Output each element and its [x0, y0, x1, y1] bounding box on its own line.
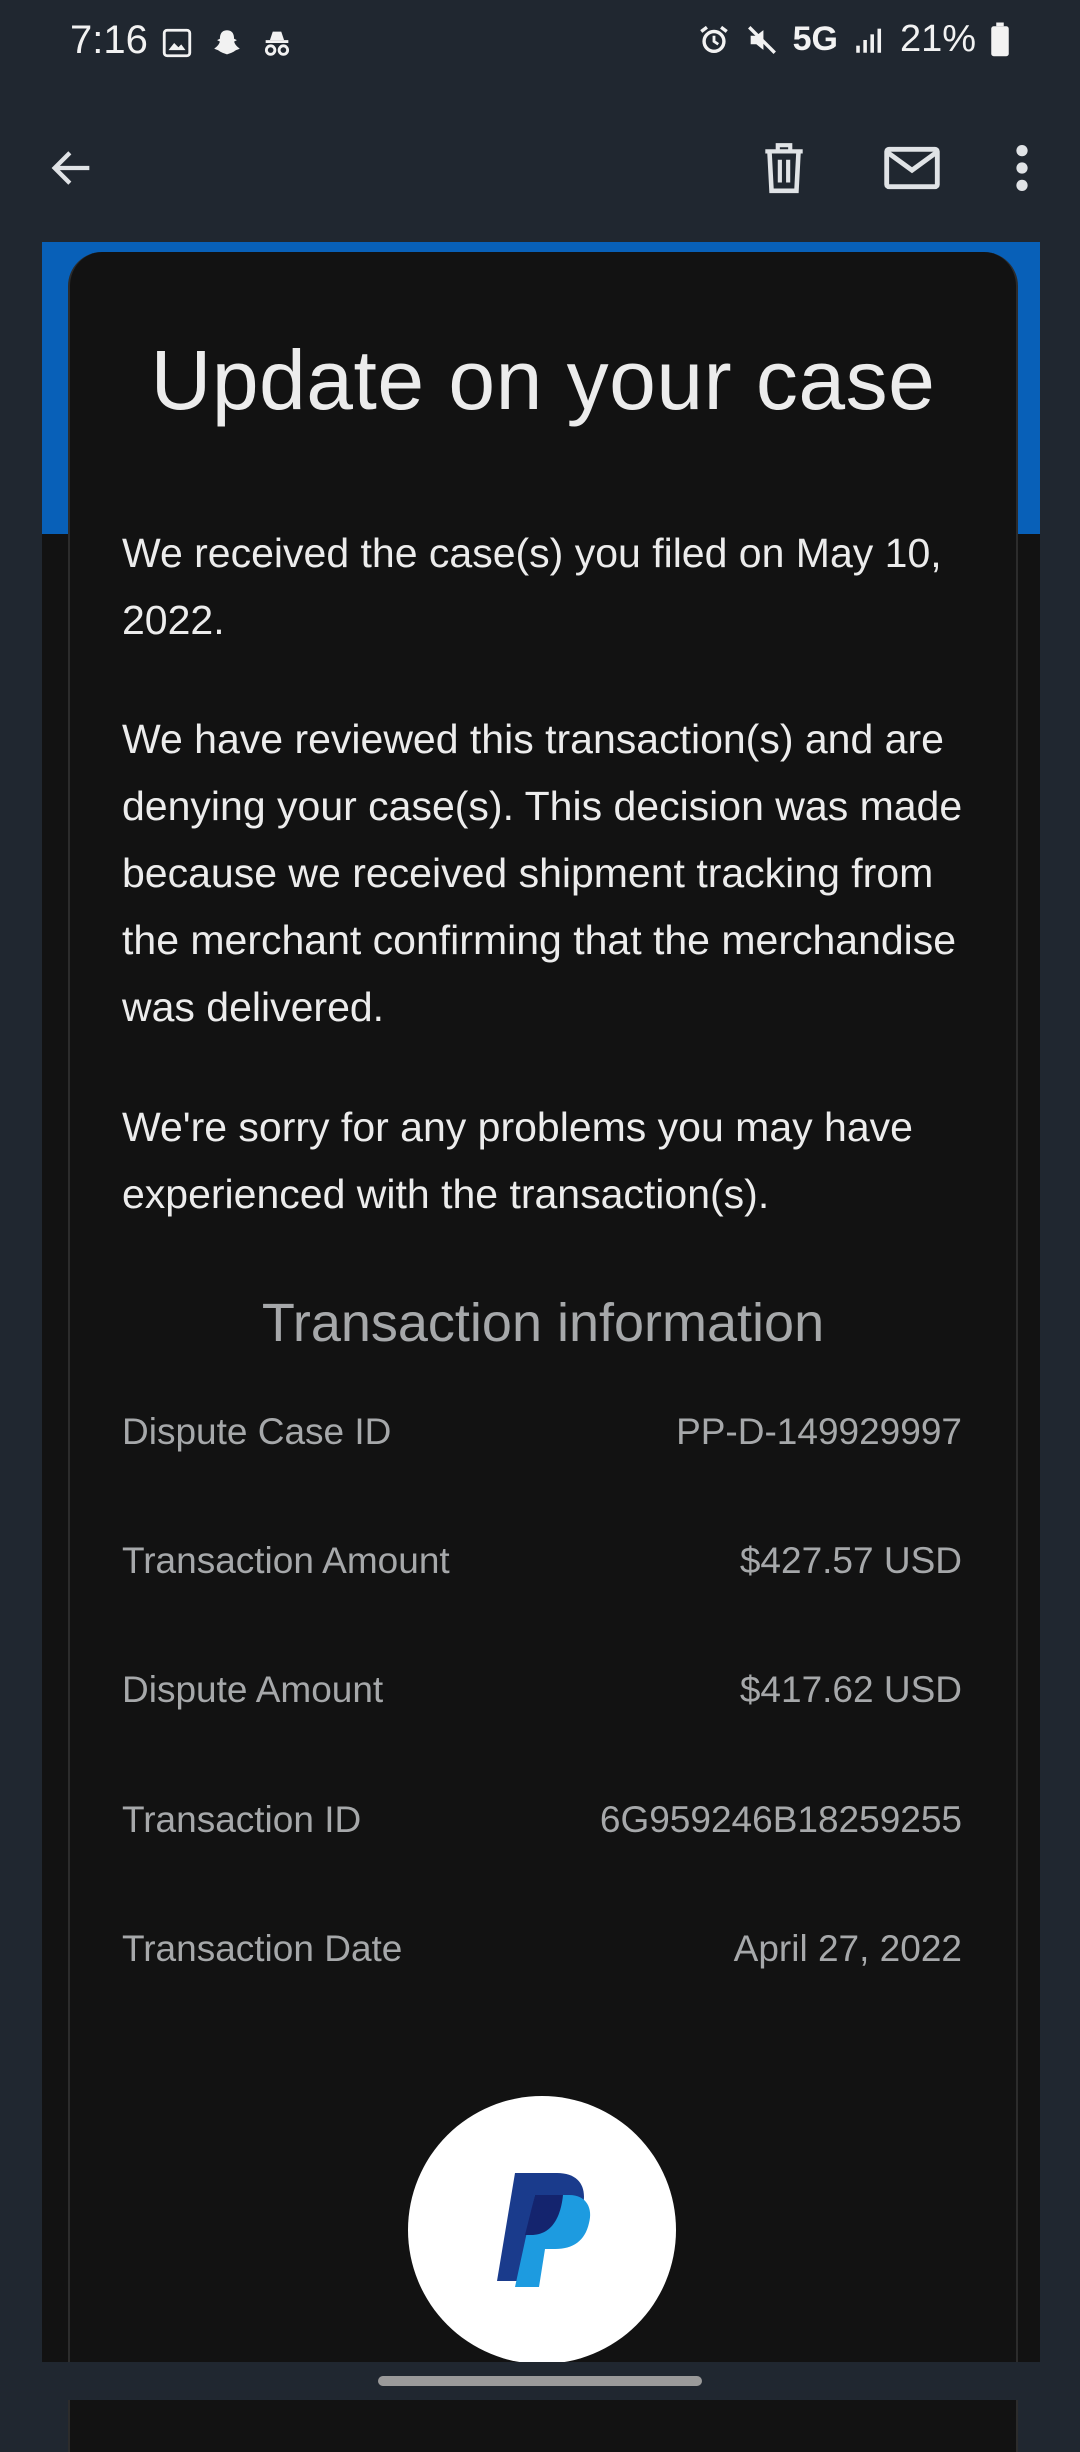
transaction-heading: Transaction information: [261, 1293, 825, 1353]
transaction-row: Transaction Amount $427.57 USD: [122, 1531, 962, 1591]
row-label: Transaction Amount: [122, 1540, 450, 1581]
row-value: $417.62 USD: [739, 1669, 962, 1710]
transaction-row: Transaction Date April 27, 2022: [122, 1919, 962, 1979]
app-bar: [0, 90, 1080, 240]
email-card: Update on your case We received the case…: [68, 252, 1018, 2452]
status-right: 5G 21%: [697, 18, 1010, 61]
back-button[interactable]: [32, 128, 112, 208]
trash-icon: [765, 143, 803, 194]
snapchat-icon: [214, 30, 240, 55]
arrow-left-icon: [51, 151, 90, 185]
transaction-row: Dispute Case ID PP-D-149929997: [122, 1402, 962, 1462]
battery-icon: [991, 22, 1009, 56]
mark-unread-button[interactable]: [872, 128, 952, 208]
row-label: Dispute Case ID: [122, 1411, 392, 1452]
row-label: Transaction ID: [122, 1799, 362, 1840]
transaction-row: Dispute Amount $417.62 USD: [122, 1660, 962, 1720]
mail-icon: [884, 146, 940, 190]
status-bar: 7:16 5G 21%: [0, 0, 1080, 90]
gallery-icon: [162, 28, 192, 58]
notification-icons: [160, 26, 294, 60]
row-value: 6G959246B18259255: [599, 1799, 962, 1840]
row-value: PP-D-149929997: [676, 1411, 962, 1452]
more-vertical-icon: [1016, 145, 1028, 191]
paragraph-apology: We're sorry for any problems you may hav…: [122, 1104, 913, 1217]
home-gesture-handle[interactable]: [378, 2376, 702, 2386]
status-time: 7:16: [70, 18, 148, 62]
more-options-button[interactable]: [982, 128, 1062, 208]
row-value: $427.57 USD: [739, 1540, 962, 1581]
delete-button[interactable]: [744, 128, 824, 208]
row-label: Dispute Amount: [122, 1669, 384, 1710]
paragraph-decision: We have reviewed this transaction(s) and…: [122, 716, 963, 1030]
mute-icon: [747, 25, 776, 54]
email-body: Update on your case We received the case…: [42, 242, 1040, 2452]
alarm-icon: [699, 25, 728, 53]
incognito-icon: [264, 31, 290, 56]
email-headline: Update on your case: [150, 333, 936, 427]
transaction-row: Transaction ID 6G959246B18259255: [122, 1790, 962, 1850]
battery-percent: 21%: [899, 18, 976, 60]
paragraph-received: We received the case(s) you filed on May…: [122, 530, 942, 643]
row-value: April 27, 2022: [733, 1928, 962, 1969]
network-type: 5G: [792, 20, 838, 58]
paypal-logo-icon: [497, 2173, 591, 2287]
navigation-bar: [0, 2362, 1080, 2400]
paypal-logo: [408, 2096, 676, 2364]
row-label: Transaction Date: [122, 1928, 403, 1969]
signal-icon: [856, 28, 881, 53]
